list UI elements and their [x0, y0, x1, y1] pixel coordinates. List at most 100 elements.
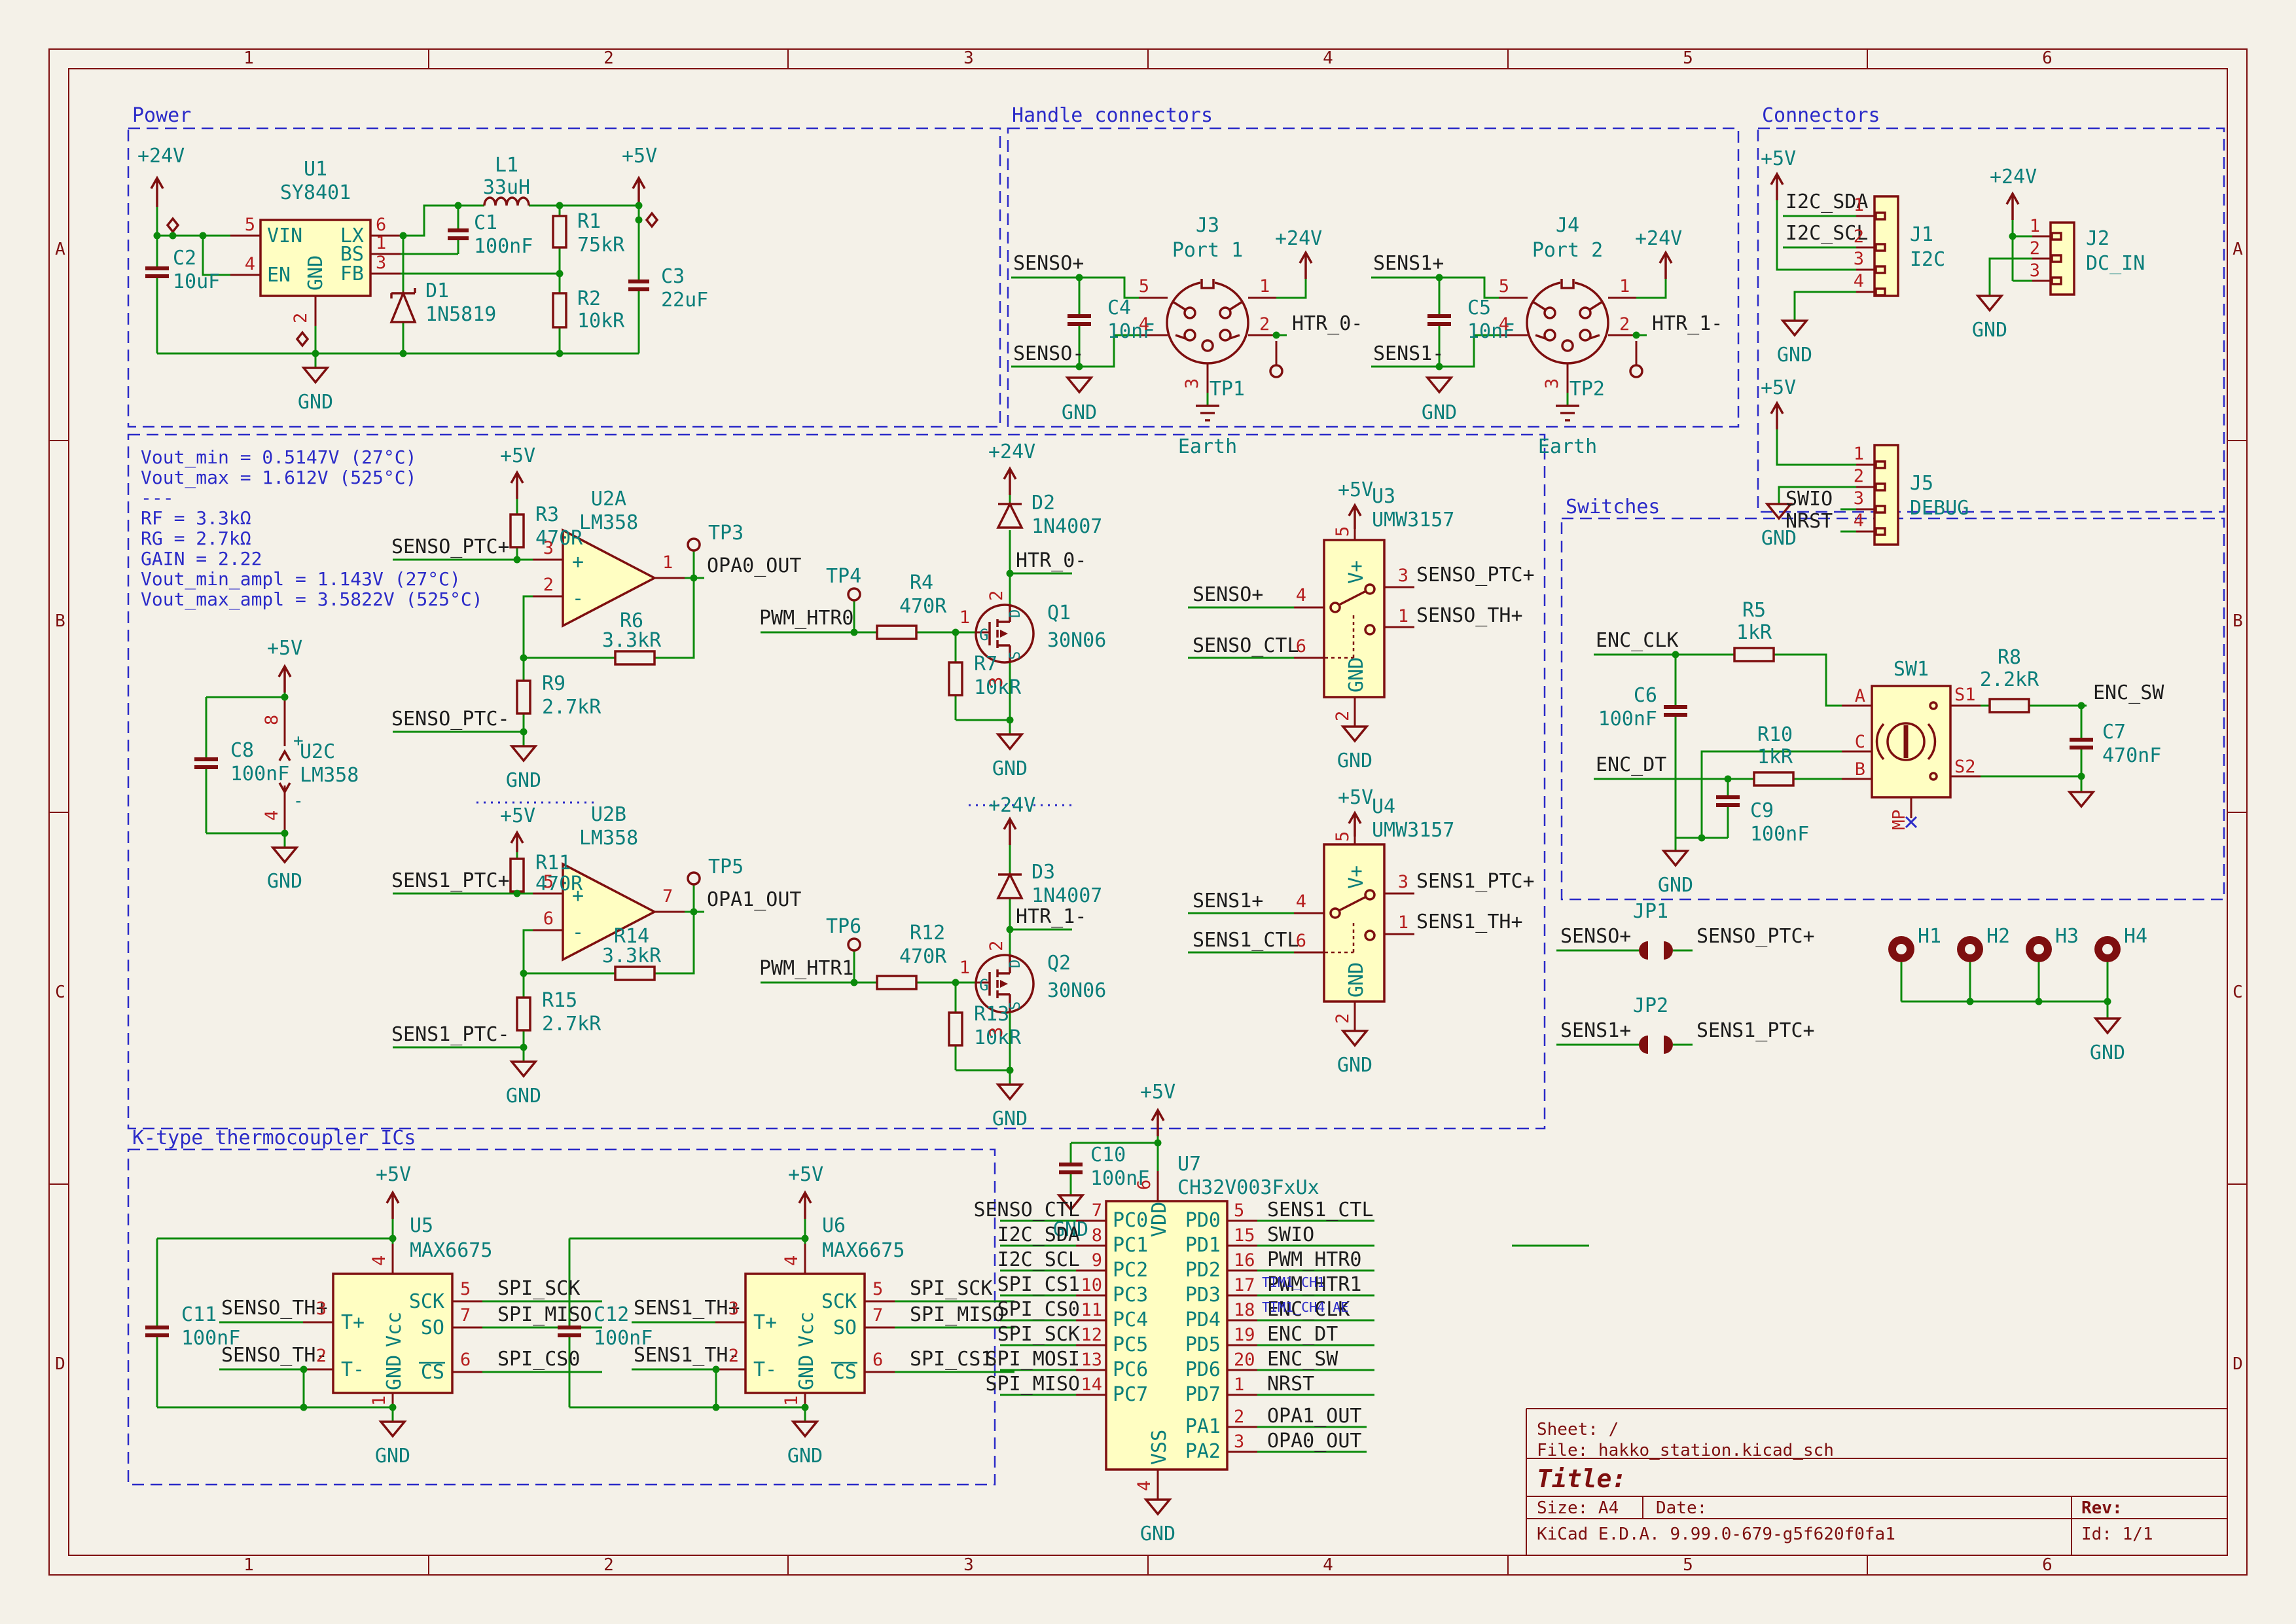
- ref-h2[interactable]: H2: [1986, 925, 2010, 948]
- net-label[interactable]: SENSO_TH+: [221, 1297, 328, 1320]
- power-flag[interactable]: +5V: [500, 804, 535, 827]
- net-label[interactable]: SPI_SCK: [910, 1277, 992, 1300]
- pin-num[interactable]: 1: [781, 1396, 802, 1406]
- pin-num[interactable]: 5: [245, 215, 255, 235]
- note-line[interactable]: RF = 3.3kΩ: [141, 507, 251, 529]
- pin-num[interactable]: 9: [1092, 1250, 1102, 1271]
- power-circuit[interactable]: [145, 178, 657, 382]
- pin-num[interactable]: 2: [1333, 711, 1353, 721]
- pin-num[interactable]: 2: [2030, 238, 2040, 259]
- pin-num[interactable]: 4: [262, 810, 282, 821]
- pin-name[interactable]: T+: [753, 1311, 777, 1334]
- pin-num[interactable]: 15: [1234, 1225, 1255, 1246]
- pin-num[interactable]: 6: [460, 1350, 471, 1370]
- val-r9[interactable]: 2.7kR: [542, 696, 601, 719]
- ref-tp6[interactable]: TP6: [826, 915, 861, 938]
- pin-name[interactable]: GND: [1345, 657, 1368, 693]
- pin-num[interactable]: 1: [369, 1396, 389, 1406]
- pin-num[interactable]: 1: [2030, 216, 2040, 236]
- pin-num[interactable]: 5: [1333, 831, 1353, 842]
- val-c7[interactable]: 470nF: [2102, 744, 2161, 767]
- pin-name[interactable]: C: [1855, 732, 1865, 752]
- net-label[interactable]: SWIO: [1267, 1223, 1314, 1246]
- net-label[interactable]: SPI_CS1: [910, 1348, 992, 1371]
- opamp-plus[interactable]: +: [293, 731, 304, 751]
- ref-r3[interactable]: R3: [535, 503, 559, 526]
- pin-num[interactable]: 1: [1398, 912, 1408, 933]
- net-label[interactable]: SPI_MISO: [986, 1373, 1081, 1396]
- power-flag[interactable]: +5V: [1140, 1081, 1175, 1104]
- net-label[interactable]: SPI_CS0: [997, 1298, 1080, 1321]
- net-label[interactable]: SENS1+: [1560, 1019, 1631, 1042]
- pin-name[interactable]: SO: [833, 1316, 857, 1339]
- h1-hole[interactable]: [1888, 936, 1914, 962]
- h4-hole[interactable]: [2094, 936, 2121, 962]
- pin-name[interactable]: PD5: [1185, 1333, 1221, 1356]
- ref-u5[interactable]: U5: [410, 1214, 433, 1237]
- val-u4[interactable]: UMW3157: [1372, 819, 1454, 842]
- ref-r1[interactable]: R1: [577, 210, 601, 233]
- pin-num[interactable]: 12: [1081, 1325, 1102, 1345]
- ref-r2[interactable]: R2: [577, 287, 601, 310]
- ref-u1[interactable]: U1: [304, 158, 327, 181]
- ref-u3[interactable]: U3: [1372, 485, 1395, 508]
- gnd-label[interactable]: Earth: [1538, 435, 1597, 458]
- val-u7[interactable]: CH32V003FxUx: [1177, 1176, 1319, 1199]
- gnd-label[interactable]: GND: [298, 391, 333, 414]
- pin-name[interactable]: VSS: [1148, 1430, 1171, 1465]
- pin-name[interactable]: A: [1855, 686, 1865, 706]
- pin-num[interactable]: 3: [1234, 1432, 1244, 1452]
- pin-num[interactable]: 3: [1854, 488, 1864, 509]
- net-label[interactable]: SPI_MISO: [910, 1303, 1005, 1326]
- net-label[interactable]: PWM_HTR0: [1267, 1248, 1362, 1271]
- pin-num[interactable]: 7: [460, 1305, 471, 1326]
- ref-d3[interactable]: D3: [1031, 861, 1055, 884]
- pin-num[interactable]: 20: [1234, 1350, 1255, 1370]
- pin-name[interactable]: SCK: [409, 1290, 444, 1313]
- pin-name[interactable]: SO: [421, 1316, 444, 1339]
- net-label[interactable]: SWIO: [1785, 488, 1833, 511]
- ref-c12[interactable]: C12: [594, 1303, 629, 1326]
- ref-c4[interactable]: C4: [1107, 297, 1131, 319]
- opamp-minus[interactable]: -: [572, 921, 584, 944]
- net-label[interactable]: ENC_DT: [1267, 1323, 1338, 1346]
- net-label[interactable]: HTR_0-: [1292, 312, 1363, 335]
- pin-name[interactable]: PD0: [1185, 1209, 1221, 1232]
- ref-j3[interactable]: J3: [1196, 214, 1219, 237]
- pin-name[interactable]: GND: [1345, 962, 1368, 998]
- net-label[interactable]: SENS1+: [1373, 252, 1444, 275]
- pin-num[interactable]: 1: [1398, 606, 1408, 626]
- ref-r7[interactable]: R7: [974, 653, 997, 676]
- val-c2[interactable]: 10uF: [173, 270, 220, 293]
- pin-name[interactable]: PD1: [1185, 1234, 1221, 1257]
- pin-name[interactable]: Vcc: [795, 1312, 818, 1347]
- gnd-label[interactable]: GND: [1422, 401, 1457, 424]
- pin-num[interactable]: 2: [543, 575, 554, 595]
- pin-num[interactable]: 4: [1134, 1481, 1155, 1491]
- pin-num[interactable]: 3: [728, 1299, 739, 1319]
- power-flag[interactable]: +5V: [1338, 478, 1373, 501]
- ref-u6[interactable]: U6: [822, 1214, 846, 1237]
- gnd-label[interactable]: GND: [1777, 344, 1812, 367]
- pin-num[interactable]: 4: [1854, 271, 1864, 291]
- pin-num[interactable]: 3: [376, 253, 386, 273]
- opamp-plus[interactable]: +: [572, 550, 584, 573]
- tp5-testpoint[interactable]: [688, 873, 700, 884]
- ref-r9[interactable]: R9: [542, 672, 565, 695]
- power-flag[interactable]: +5V: [1761, 376, 1796, 399]
- pin-num[interactable]: 3: [1398, 566, 1408, 586]
- net-label[interactable]: SENSO+: [1560, 925, 1631, 948]
- pin-num[interactable]: 3: [986, 1027, 1007, 1038]
- pin-name[interactable]: V+: [1345, 865, 1368, 889]
- pin-name[interactable]: D: [1007, 609, 1024, 618]
- net-label[interactable]: PWM_HTR1: [759, 957, 854, 980]
- analog-circuit[interactable]: [194, 469, 1414, 1099]
- h3-hole[interactable]: [2026, 936, 2052, 962]
- power-flag[interactable]: +24V: [1635, 227, 1682, 250]
- pin-num[interactable]: 2: [291, 313, 311, 323]
- note-line[interactable]: Vout_max = 1.612V (525°C): [141, 467, 416, 489]
- note-line[interactable]: Vout_max_ampl = 3.5822V (525°C): [141, 588, 483, 611]
- power-flag[interactable]: +24V: [988, 794, 1035, 817]
- ref-u2a[interactable]: U2A: [591, 488, 626, 511]
- net-label[interactable]: SENS1_TH+: [634, 1297, 740, 1320]
